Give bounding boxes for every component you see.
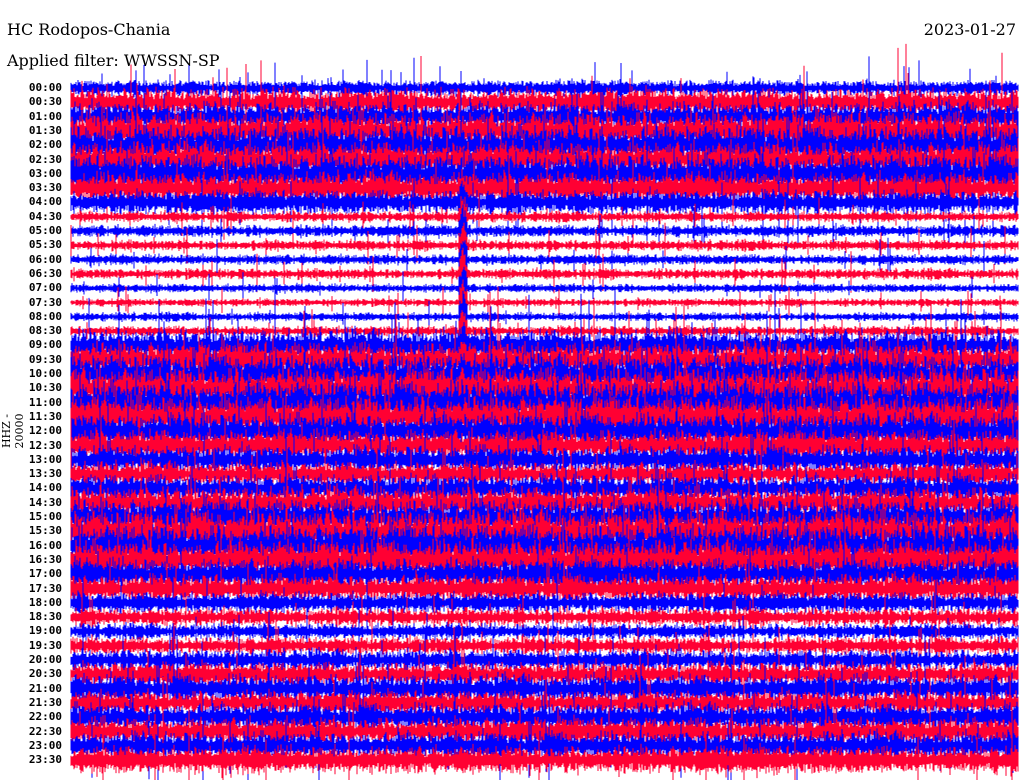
helicorder-plot — [70, 43, 1019, 780]
